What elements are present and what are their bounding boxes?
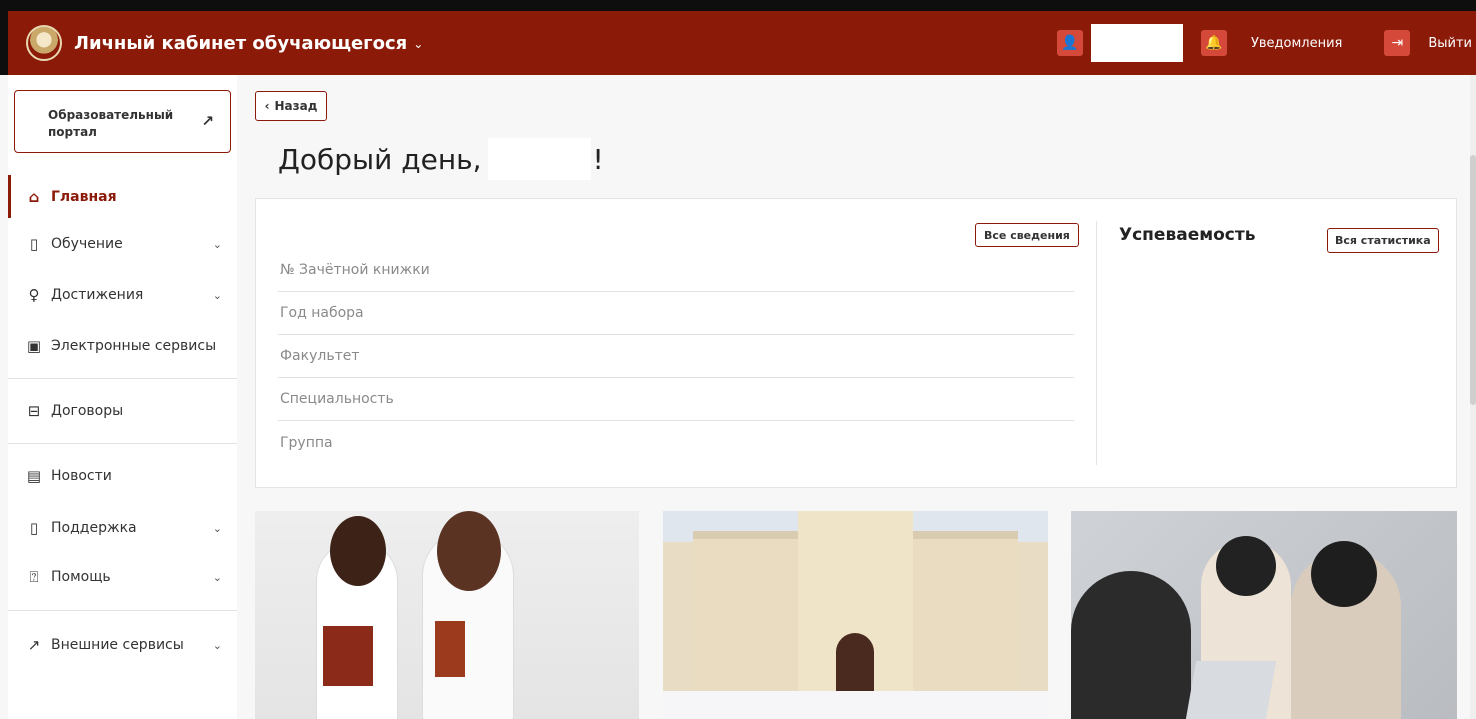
sidebar-item-home[interactable]: ⌂ Главная [8, 175, 237, 218]
photo-shape [663, 691, 1048, 719]
book-icon: ▯ [29, 519, 39, 537]
all-statistics-button[interactable]: Вся статистика [1327, 228, 1439, 253]
sidebar-item-education[interactable]: ▯ Обучение ⌄ [8, 224, 237, 264]
home-icon: ⌂ [28, 187, 40, 206]
question-icon: ⍰ [29, 568, 39, 586]
external-link-icon: ↗ [27, 636, 41, 654]
chevron-down-icon: ⌄ [413, 37, 424, 51]
logout-icon[interactable]: ⇥ [1384, 30, 1411, 56]
info-row-group: Группа [278, 421, 1074, 464]
info-row-record-book: № Зачётной книжки [278, 249, 1074, 292]
scrollbar-thumb[interactable] [1470, 155, 1476, 405]
greeting-end: ! [592, 142, 604, 176]
notifications-link[interactable]: Уведомления [1251, 36, 1342, 51]
all-info-button[interactable]: Все сведения [975, 223, 1079, 247]
sidebar-divider [8, 378, 237, 379]
info-label: № Зачётной книжки [280, 262, 430, 278]
greeting-text: Добрый день, [278, 142, 482, 176]
sidebar-item-label: Поддержка [51, 520, 137, 536]
header-bar: Личный кабинет обучающегося ⌄ 👤 🔔 Уведом… [8, 11, 1476, 75]
app-title: Личный кабинет обучающегося [74, 32, 408, 54]
sidebar-item-help[interactable]: ⍰ Помощь ⌄ [8, 557, 237, 597]
sidebar-item-label: Внешние сервисы [51, 637, 184, 653]
card-divider [1096, 221, 1097, 465]
sidebar-item-achievements[interactable]: ♀ Достижения ⌄ [8, 275, 237, 315]
photo-shape [437, 511, 501, 591]
sidebar-item-label: Договоры [51, 403, 124, 419]
briefcase-icon: ⊟ [27, 402, 41, 420]
sidebar-item-e-services[interactable]: ▣ Электронные сервисы [8, 326, 237, 366]
photo-shape [330, 516, 386, 586]
user-icon[interactable]: 👤 [1056, 30, 1083, 56]
sidebar-item-label: Главная [51, 188, 117, 205]
app-title-dropdown[interactable]: Личный кабинет обучающегося ⌄ [74, 33, 423, 54]
logout-link[interactable]: Выйти [1428, 36, 1472, 51]
services-icon: ▣ [26, 337, 42, 355]
sidebar-item-news[interactable]: ▤ Новости [8, 456, 237, 496]
news-photo-doctors[interactable] [255, 511, 639, 719]
chevron-down-icon: ⌄ [212, 570, 222, 584]
info-label: Год набора [280, 305, 364, 321]
user-name-field[interactable] [1090, 24, 1183, 62]
performance-title: Успеваемость [1119, 225, 1256, 245]
student-name [487, 138, 591, 180]
university-logo[interactable] [26, 25, 62, 61]
sidebar-item-contracts[interactable]: ⊟ Договоры [8, 391, 237, 431]
photo-shape [1216, 536, 1276, 596]
photo-shape [323, 626, 373, 686]
sidebar-divider [8, 610, 237, 611]
sidebar-item-label: Новости [51, 468, 112, 484]
education-portal-button[interactable]: Образовательный портал ↗ [14, 90, 231, 153]
back-label: Назад [274, 99, 318, 113]
chevron-left-icon: ‹ [264, 99, 270, 113]
info-label: Факультет [280, 348, 360, 364]
news-photo-meeting[interactable] [1071, 511, 1457, 719]
book-icon: ▯ [29, 235, 39, 253]
chevron-down-icon: ⌄ [212, 521, 222, 535]
chevron-down-icon: ⌄ [212, 288, 222, 302]
sidebar: Образовательный портал ↗ ⌂ Главная ▯ Обу… [8, 75, 237, 719]
chevron-down-icon: ⌄ [212, 638, 222, 652]
back-button[interactable]: ‹ Назад [255, 91, 327, 121]
newspaper-icon: ▤ [26, 467, 42, 485]
chevron-down-icon: ⌄ [212, 237, 222, 251]
sidebar-item-external-services[interactable]: ↗ Внешние сервисы ⌄ [8, 625, 237, 665]
header-actions: 👤 🔔 Уведомления ⇥ Выйти [1056, 11, 1476, 75]
sidebar-item-label: Помощь [51, 569, 111, 585]
photo-shape [435, 621, 465, 677]
photo-shape [1311, 541, 1377, 607]
sidebar-divider [8, 443, 237, 444]
photo-shape [1071, 571, 1191, 719]
info-label: Группа [280, 434, 333, 451]
award-icon: ♀ [28, 286, 40, 304]
external-link-icon: ↗ [201, 112, 214, 130]
top-header: Личный кабинет обучающегося ⌄ 👤 🔔 Уведом… [0, 0, 1476, 75]
photo-shape [1185, 661, 1277, 719]
sidebar-item-support[interactable]: ▯ Поддержка ⌄ [8, 508, 237, 548]
sidebar-item-label: Обучение [51, 236, 123, 252]
sidebar-item-label: Достижения [51, 287, 144, 303]
bell-icon[interactable]: 🔔 [1200, 30, 1227, 56]
page-title: Добрый день, ! [278, 138, 604, 180]
info-row-enrollment-year: Год набора [278, 292, 1074, 335]
page-scrollbar[interactable] [1470, 75, 1476, 719]
info-row-faculty: Факультет [278, 335, 1074, 378]
sidebar-item-label: Электронные сервисы [51, 338, 217, 354]
news-photo-building[interactable] [663, 511, 1048, 719]
student-info-card: Все сведения № Зачётной книжки Год набор… [255, 198, 1457, 488]
info-label: Специальность [280, 391, 394, 407]
portal-label: Образовательный портал [48, 108, 174, 139]
info-row-specialty: Специальность [278, 378, 1074, 421]
